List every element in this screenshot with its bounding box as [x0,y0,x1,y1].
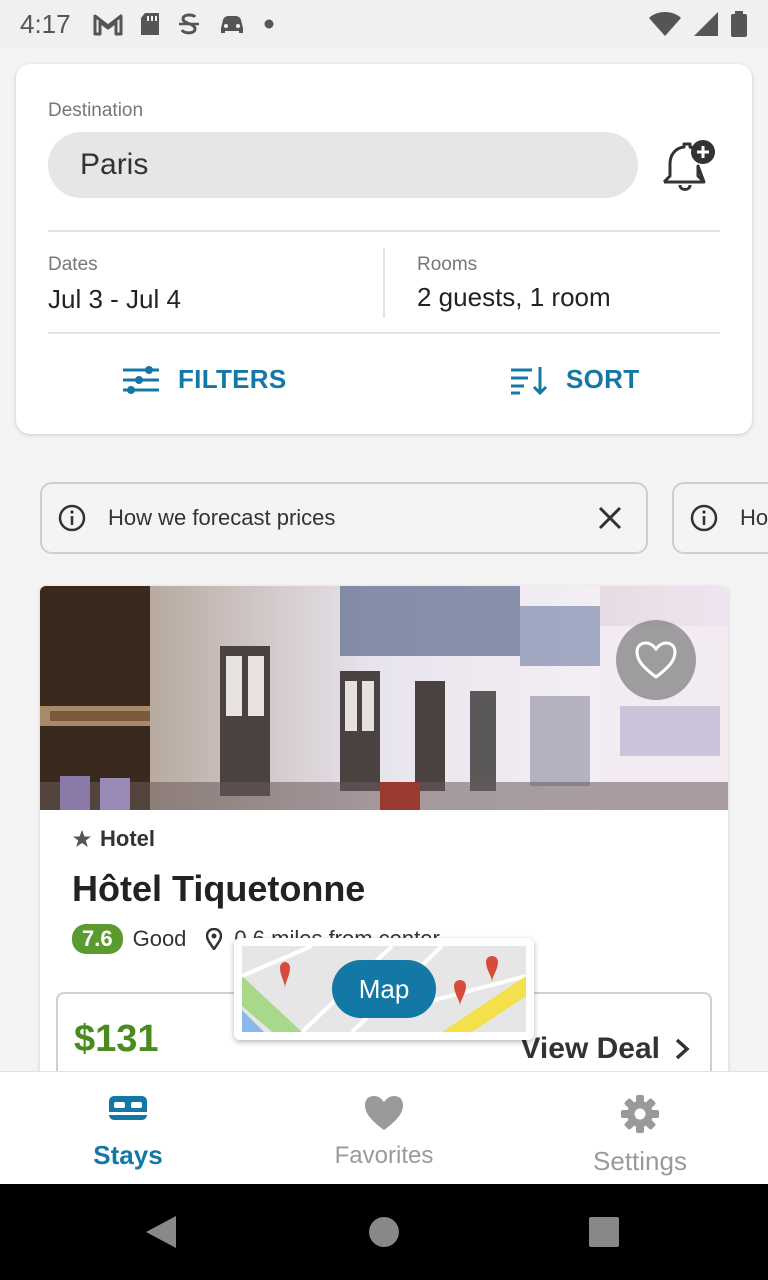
price-alert-button[interactable] [656,138,720,198]
nav-item-settings[interactable]: Settings [512,1072,768,1185]
bell-plus-icon [662,140,715,191]
dates-label: Dates [48,254,98,275]
status-time: 4:17 [20,8,71,39]
hotel-type-label: Hotel [100,826,155,851]
rooms-value: 2 guests, 1 room [417,282,611,312]
rooms-label: Rooms [417,254,478,275]
signal-icon [694,12,718,36]
s-icon [178,13,199,35]
price: $131 [74,1018,159,1060]
recents-icon[interactable] [589,1217,619,1247]
info-chip-text: Ho [740,505,768,530]
bottom-nav: Stays Favorites Settings [0,1071,768,1184]
chevron-right-icon [675,1038,690,1060]
destination-label: Destination [48,100,144,121]
destination-input[interactable]: Paris [48,132,638,198]
info-icon [58,504,86,532]
filters-button[interactable]: FILTERS [122,364,287,395]
divider-vertical [383,248,385,318]
nav-label-favorites: Favorites [334,1142,434,1169]
system-nav-bar [0,1184,768,1280]
heart-icon [635,641,677,679]
second-info-chip[interactable]: Ho [672,482,768,554]
destination-value: Paris [80,148,149,181]
dates-value: Jul 3 - Jul 4 [48,284,181,314]
nav-label-stays: Stays [93,1140,163,1170]
info-icon [690,504,718,532]
heart-icon [365,1096,403,1130]
location-pin-icon [206,928,223,950]
favorite-button[interactable] [616,620,696,700]
nav-label-settings: Settings [593,1146,687,1176]
nav-item-stays[interactable]: Stays [0,1072,256,1185]
hotel-type: Hotel [72,826,155,852]
nav-item-favorites[interactable]: Favorites [256,1072,512,1185]
status-bar: 4:17 [0,0,768,48]
close-icon[interactable] [598,506,622,530]
wifi-icon [649,12,681,36]
sort-label: SORT [566,364,640,394]
back-icon[interactable] [144,1214,178,1250]
map-label: Map [358,973,410,1004]
view-deal-label: View Deal [520,1032,660,1065]
sd-card-icon [140,13,159,35]
sliders-icon [123,365,159,394]
divider [48,230,720,232]
hotel-photo [40,586,728,810]
dates-field[interactable]: Dates Jul 3 - Jul 4 [48,244,378,334]
status-right [648,10,748,38]
dot-icon [264,19,274,29]
info-chip-text: How we forecast prices [108,505,336,530]
view-deal-button[interactable]: View Deal [520,1032,690,1066]
forecast-info-chip[interactable]: How we forecast prices [40,482,648,554]
star-icon [73,830,91,847]
car-icon [220,16,243,33]
gmail-icon [93,14,123,36]
rating-text: Good [132,926,187,951]
gear-icon [621,1095,659,1133]
rooms-field[interactable]: Rooms 2 guests, 1 room [417,244,717,334]
sort-icon [511,366,548,395]
status-icons [93,11,275,37]
search-card: Destination Paris Dates Jul 3 - Jul 4 Ro… [16,64,752,434]
hotel-name: Hôtel Tiquetonne [72,868,366,909]
bed-icon [109,1096,147,1120]
battery-icon [731,11,747,37]
sort-button[interactable]: SORT [510,364,639,395]
map-pill[interactable]: Map [332,960,436,1018]
home-icon[interactable] [368,1216,400,1248]
rating-badge: 7.6 [72,924,123,954]
filters-label: FILTERS [178,364,287,394]
map-button[interactable]: Map [234,938,534,1040]
divider [48,332,720,334]
